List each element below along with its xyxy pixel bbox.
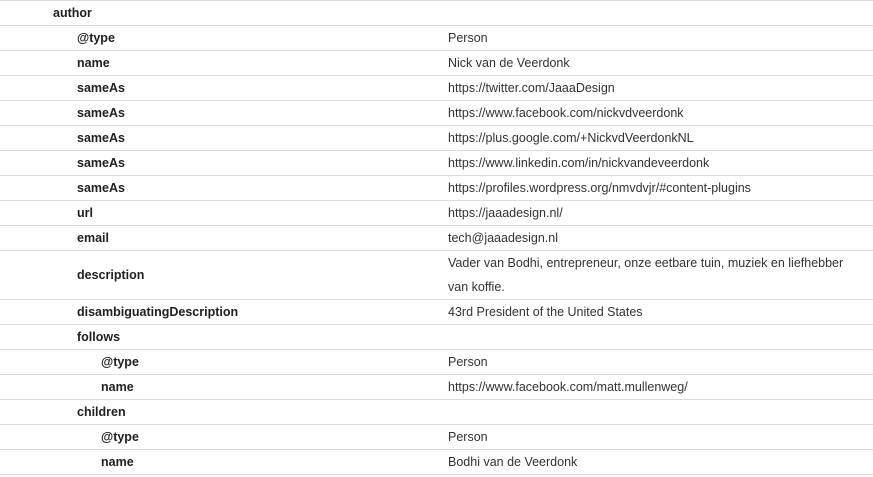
table-row: sameAs https://twitter.com/JaaaDesign [0, 76, 873, 101]
property-value: Person [448, 430, 488, 444]
table-row: sameAs https://www.linkedin.com/in/nickv… [0, 151, 873, 176]
property-key: @type [101, 430, 139, 444]
structured-data-table: author @type Person name Nick van de Vee… [0, 0, 873, 475]
property-key: description [77, 268, 145, 282]
table-row-children: children [0, 400, 873, 425]
property-key: sameAs [77, 131, 125, 145]
property-value: https://twitter.com/JaaaDesign [448, 81, 615, 95]
property-value: https://www.linkedin.com/in/nickvandevee… [448, 156, 710, 170]
table-row: @type Person [0, 350, 873, 375]
property-key: @type [101, 355, 139, 369]
property-value: tech@jaaadesign.nl [448, 231, 558, 245]
property-key: name [101, 380, 134, 394]
property-key: disambiguatingDescription [77, 305, 239, 319]
property-value: https://profiles.wordpress.org/nmvdvjr/#… [448, 181, 751, 195]
table-row: @type Person [0, 425, 873, 450]
table-row: name Nick van de Veerdonk [0, 51, 873, 76]
table-row: email tech@jaaadesign.nl [0, 226, 873, 251]
property-value: Nick van de Veerdonk [448, 56, 570, 70]
property-value: https://www.facebook.com/nickvdveerdonk [448, 106, 684, 120]
table-row: sameAs https://www.facebook.com/nickvdve… [0, 101, 873, 126]
property-key: author [53, 6, 92, 20]
table-row-follows: follows [0, 325, 873, 350]
property-value: Person [448, 31, 488, 45]
property-key: sameAs [77, 156, 125, 170]
property-key: follows [77, 330, 121, 344]
table-row: @type Person [0, 26, 873, 51]
property-key: sameAs [77, 181, 125, 195]
table-row-author: author [0, 1, 873, 26]
property-value: Vader van Bodhi, entrepreneur, onze eetb… [448, 256, 844, 294]
table-row: url https://jaaadesign.nl/ [0, 201, 873, 226]
property-value: https://www.facebook.com/matt.mullenweg/ [448, 380, 688, 394]
property-key: name [77, 56, 110, 70]
table-row: description Vader van Bodhi, entrepreneu… [0, 251, 873, 300]
property-value: Person [448, 355, 488, 369]
table-row: sameAs https://profiles.wordpress.org/nm… [0, 176, 873, 201]
table-row: name https://www.facebook.com/matt.mulle… [0, 375, 873, 400]
table-row: name Bodhi van de Veerdonk [0, 450, 873, 475]
property-value: https://plus.google.com/+NickvdVeerdonkN… [448, 131, 694, 145]
property-key: name [101, 455, 134, 469]
property-value: https://jaaadesign.nl/ [448, 206, 563, 220]
table-row: disambiguatingDescription 43rd President… [0, 300, 873, 325]
table-row: sameAs https://plus.google.com/+NickvdVe… [0, 126, 873, 151]
property-value: 43rd President of the United States [448, 305, 643, 319]
property-key: sameAs [77, 106, 125, 120]
property-key: children [77, 405, 126, 419]
property-key: @type [77, 31, 115, 45]
property-key: sameAs [77, 81, 125, 95]
property-key: email [77, 231, 109, 245]
property-key: url [77, 206, 93, 220]
property-value: Bodhi van de Veerdonk [448, 455, 578, 469]
